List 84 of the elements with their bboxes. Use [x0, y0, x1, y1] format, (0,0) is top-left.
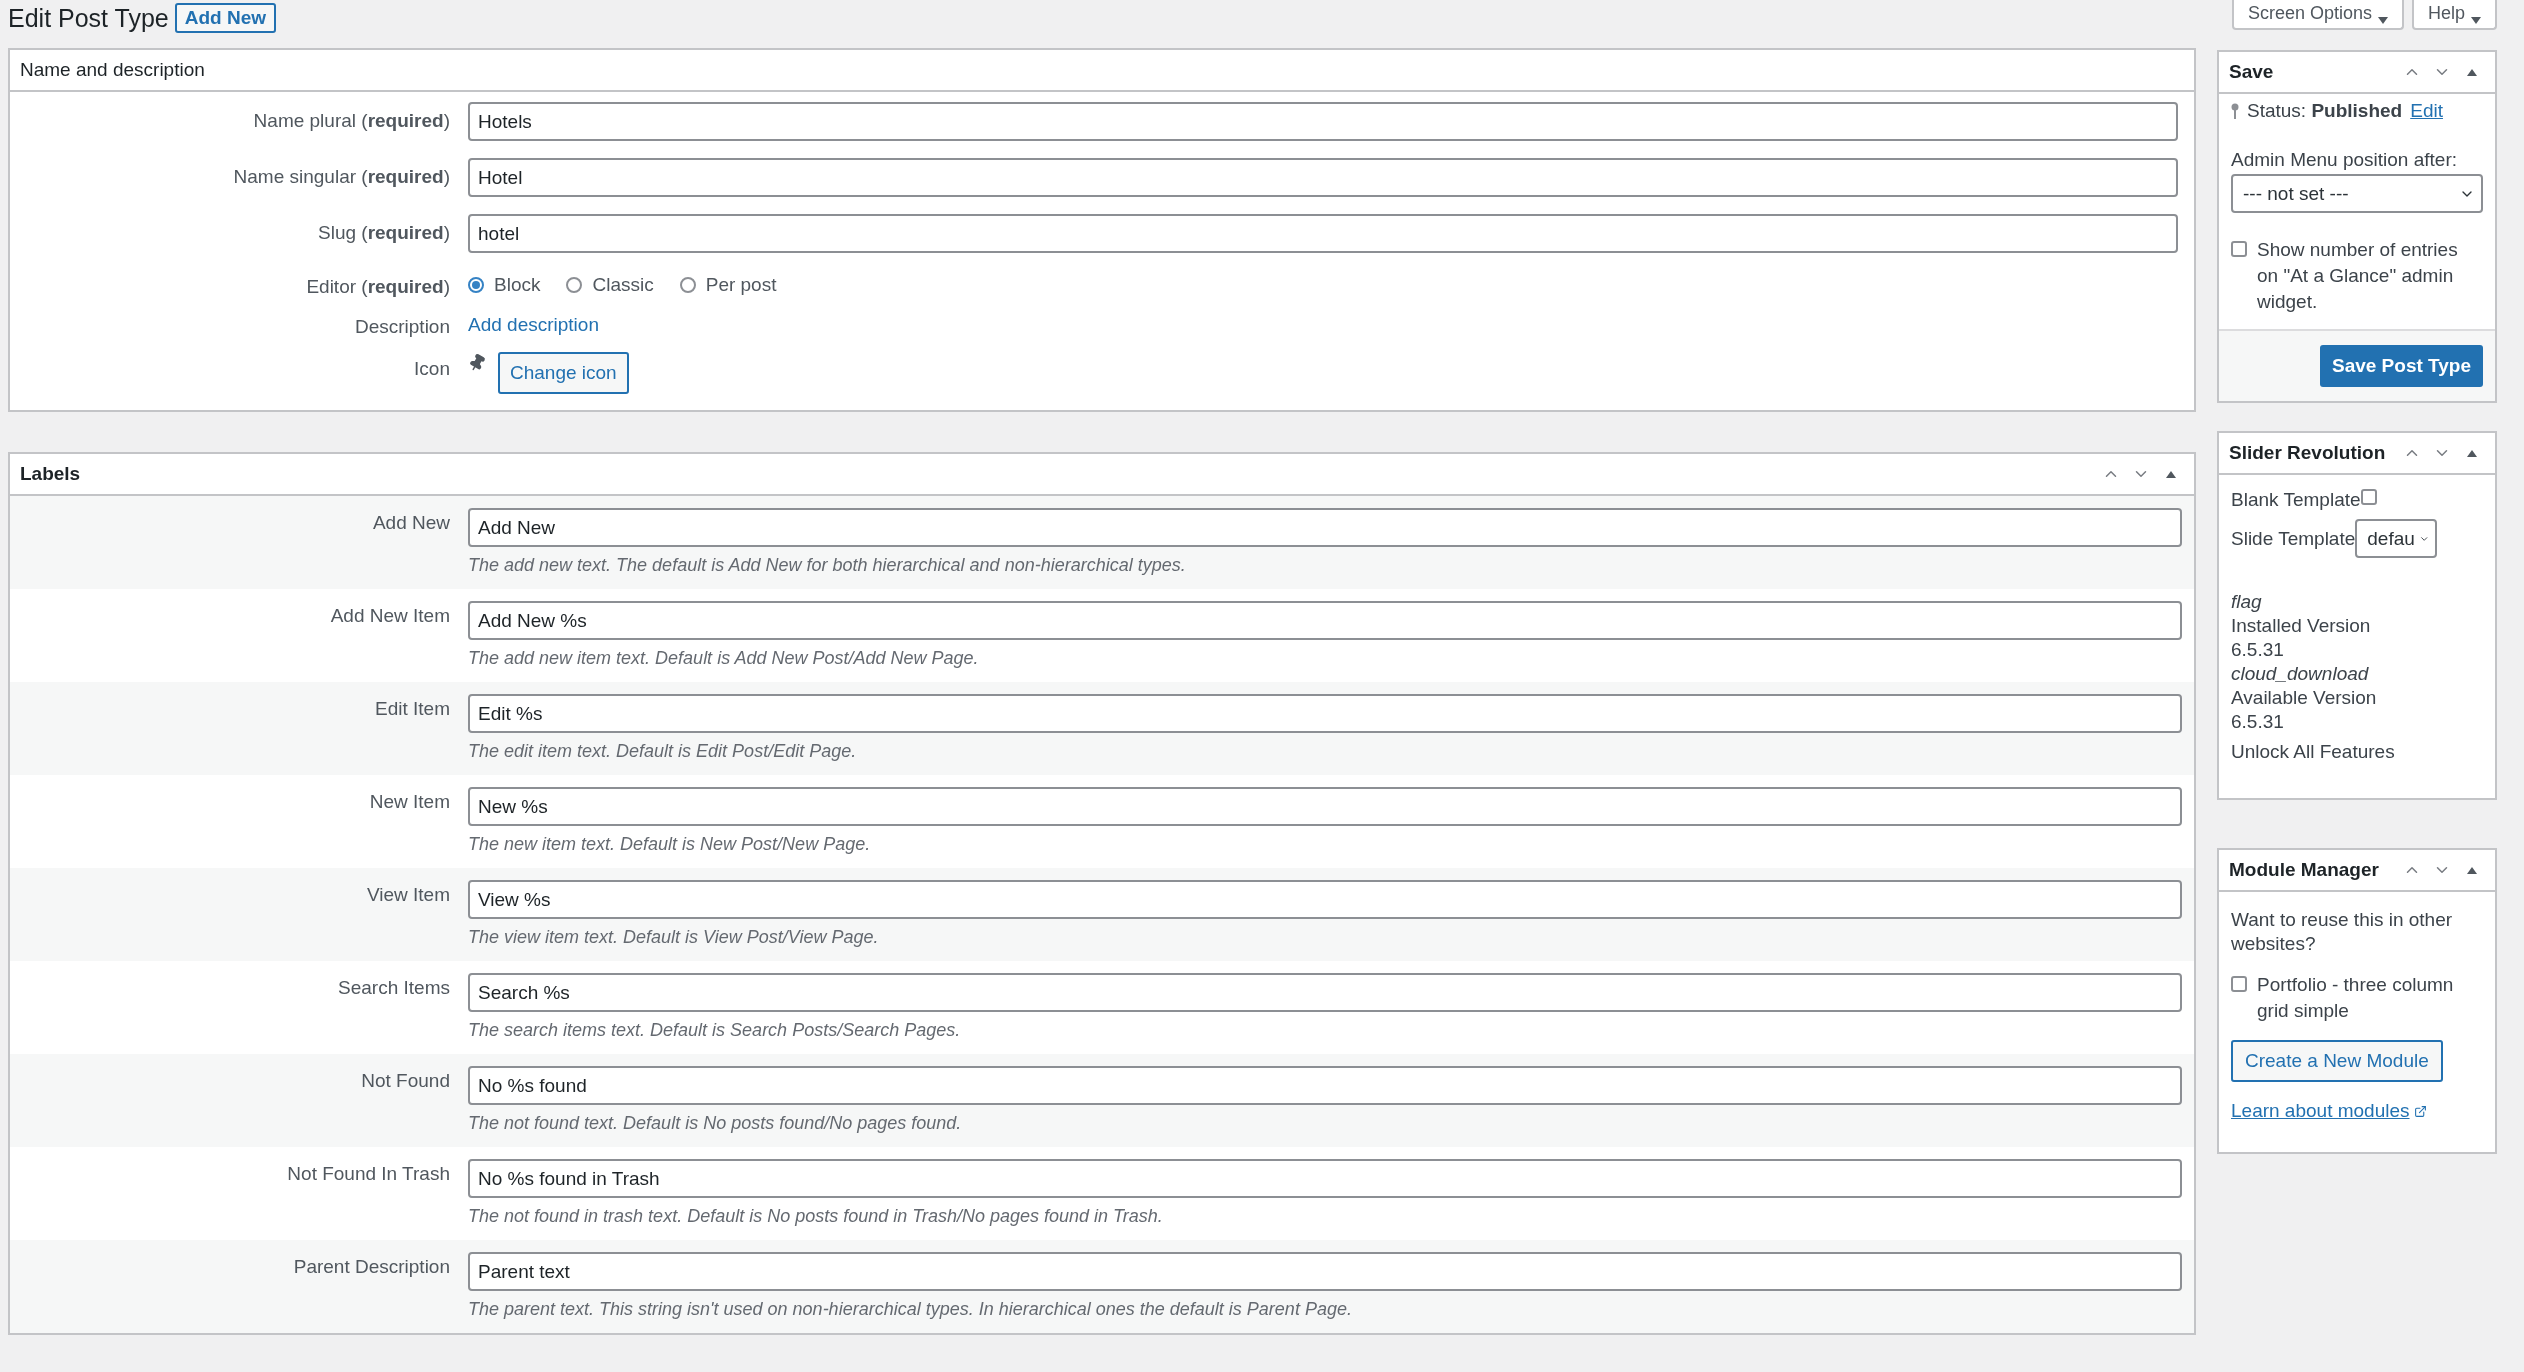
panel-title: Save: [2229, 61, 2275, 83]
triangle-up-icon: [2467, 68, 2477, 76]
version-text: 6.5.31: [2231, 638, 2285, 662]
help-text: The add new text. The default is Add New for both hierarchical and non-hierarchical types.: [468, 555, 1187, 576]
version-text: Installed Version: [2231, 614, 2372, 638]
slide-template-select[interactable]: defau: [2355, 519, 2438, 558]
text-field[interactable]: Add New %s: [468, 601, 2182, 640]
save-post-type-button[interactable]: Save Post Type: [2319, 345, 2483, 387]
radio-button[interactable]: [566, 277, 583, 293]
text-field[interactable]: Edit %s: [468, 694, 2182, 733]
text-field[interactable]: Hotel: [468, 158, 2178, 197]
field-label: Slide Template: [2231, 527, 2356, 550]
checkbox[interactable]: [2360, 489, 2377, 505]
help-text: The not found text. Default is No posts found/No pages found.: [468, 1113, 963, 1134]
help-text: The parent text. This string isn't used on non-hierarchical types. In hierarchical ones the default is Parent Page.: [468, 1299, 1353, 1320]
field-label: Not Found: [360, 1069, 450, 1092]
help-text: The view item text. Default is View Post/View Page.: [468, 927, 880, 948]
help-text: The edit item text. Default is Edit Post/Edit Page.: [468, 741, 858, 762]
help-text: The add new item text. Default is Add New Post/Add New Page.: [468, 648, 980, 669]
checkbox-label: Portfolio - three column grid simple: [2257, 973, 2455, 1023]
version-text: Available Version: [2231, 686, 2378, 710]
radio-option[interactable]: Per post: [679, 274, 777, 296]
field-label: New Item: [368, 790, 450, 813]
add-new-button[interactable]: Add New: [174, 3, 277, 33]
caret-icon: [2471, 17, 2481, 24]
edit-status-link[interactable]: Edit: [2410, 100, 2443, 122]
help-text: The new item text. Default is New Post/New Page.: [468, 834, 872, 855]
panel-title: Labels: [20, 463, 82, 485]
triangle-up-icon: [2166, 470, 2176, 478]
text-field[interactable]: No %s found in Trash: [468, 1159, 2182, 1198]
field-label: Name singular (required): [232, 165, 450, 188]
field-label: Add New Item: [329, 604, 450, 627]
help-text: The not found in trash text. Default is No posts found in Trash/No pages found in Trash.: [468, 1206, 1164, 1227]
radio-option[interactable]: Classic: [566, 274, 654, 296]
version-text: 6.5.31: [2231, 710, 2285, 734]
icon-name-text: cloud_download: [2231, 662, 2370, 686]
text-field[interactable]: View %s: [468, 880, 2182, 919]
field-label: Icon: [413, 357, 450, 380]
field-label: Not Found In Trash: [286, 1162, 450, 1185]
field-label: Name plural (required): [252, 109, 450, 132]
icon-name-text: flag: [2231, 590, 2263, 614]
triangle-up-icon: [2467, 866, 2477, 874]
pin-icon: [2231, 103, 2239, 119]
text-field[interactable]: Add New: [468, 508, 2182, 547]
field-label: Editor (required): [305, 275, 450, 298]
unlock-features-text: Unlock All Features: [2231, 740, 2396, 764]
checkbox[interactable]: [2231, 976, 2247, 992]
learn-modules-link[interactable]: Learn about modules: [2231, 1100, 2410, 1122]
help-button[interactable]: Help: [2411, 0, 2497, 30]
field-label: View Item: [365, 883, 450, 906]
change-icon-button[interactable]: Change icon: [498, 352, 629, 394]
field-label: Blank Template: [2231, 489, 2361, 511]
field-label: Edit Item: [374, 697, 450, 720]
status-text: Status: Published: [2247, 100, 2403, 122]
field-label: Admin Menu position after:: [2231, 148, 2458, 172]
page-title: Edit Post Type: [8, 3, 169, 33]
help-text: The search items text. Default is Search Posts/Search Pages.: [468, 1020, 962, 1041]
external-link-icon: [2413, 1104, 2427, 1118]
caret-icon: [2377, 17, 2388, 24]
radio-option[interactable]: Block: [468, 274, 541, 296]
add-description-link[interactable]: Add description: [468, 314, 599, 335]
field-label: Description: [353, 315, 450, 338]
panel-title: Module Manager: [2229, 859, 2380, 881]
field-label: Parent Description: [292, 1255, 450, 1278]
field-label: Add New: [371, 511, 450, 534]
text-field[interactable]: Parent text: [468, 1252, 2182, 1291]
triangle-up-icon: [2467, 449, 2477, 457]
text-field[interactable]: Search %s: [468, 973, 2182, 1012]
text-field[interactable]: hotel: [468, 214, 2178, 253]
field-label: Search Items: [337, 976, 450, 999]
checkbox-label: Show number of entries on "At a Glance" admin widget.: [2257, 238, 2459, 314]
checkbox[interactable]: [2231, 241, 2247, 257]
text-field[interactable]: No %s found: [468, 1066, 2182, 1105]
panel-title: Name and description: [20, 59, 206, 81]
radio-button[interactable]: [468, 277, 484, 293]
field-label: Slug (required): [317, 221, 450, 244]
text-field[interactable]: Hotels: [468, 102, 2178, 141]
question-text: Want to reuse this in other websites?: [2231, 908, 2454, 956]
panel-title: Slider Revolution: [2229, 442, 2387, 464]
screen-options-button[interactable]: Screen Options: [2231, 0, 2404, 30]
radio-button[interactable]: [679, 277, 696, 293]
menu-position-select[interactable]: --- not set ---: [2231, 174, 2483, 213]
text-field[interactable]: New %s: [468, 787, 2182, 826]
create-module-button[interactable]: Create a New Module: [2231, 1040, 2443, 1082]
